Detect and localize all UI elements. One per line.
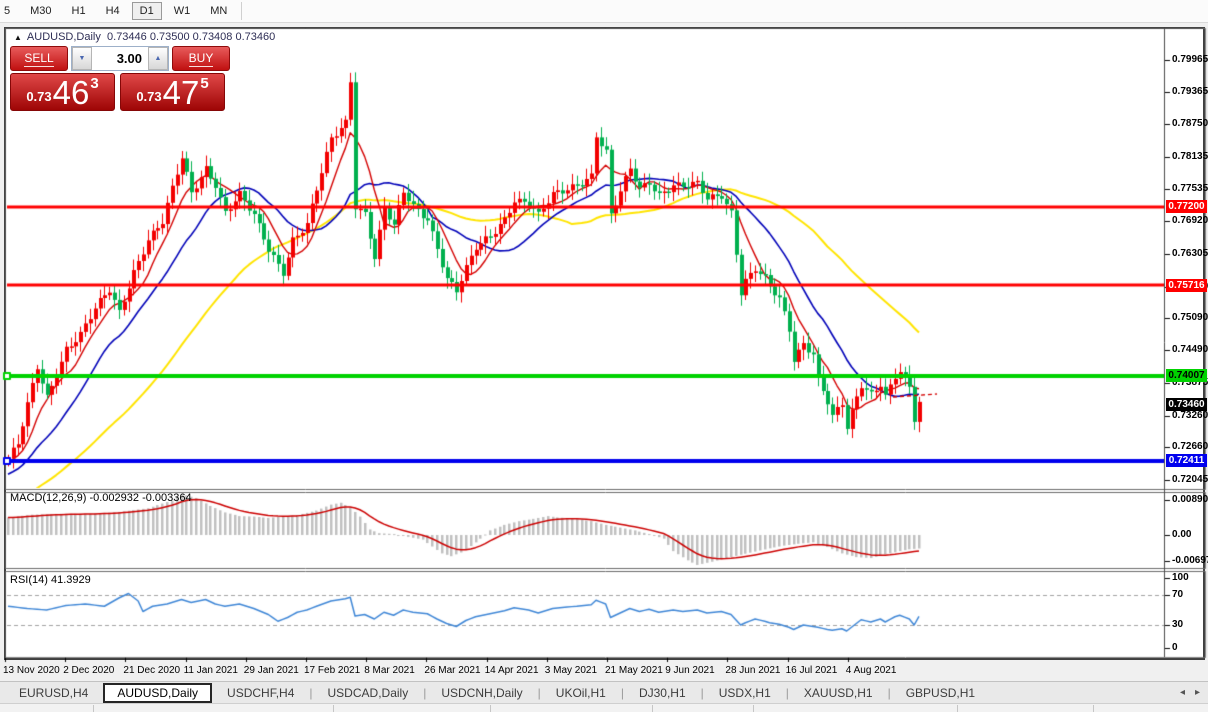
price-level-badge: 0.72411 xyxy=(1166,454,1207,467)
chart-symbol-label: AUDUSD,Daily xyxy=(27,31,101,43)
sell-button-label: SELL xyxy=(24,51,53,67)
rsi-tick-label: 30 xyxy=(1172,619,1183,630)
macd-tick-label: 0.00 xyxy=(1172,529,1191,540)
price-tick-label: 0.79965 xyxy=(1172,54,1208,65)
date-label: 9 Jun 2021 xyxy=(665,665,715,676)
buy-price-big-digits: 47 xyxy=(163,78,200,108)
buy-price-prefix: 0.73 xyxy=(136,89,161,104)
date-label: 4 Aug 2021 xyxy=(846,665,897,676)
date-label: 13 Nov 2020 xyxy=(3,665,60,676)
sell-price-big-digits: 46 xyxy=(53,78,90,108)
macd-tick-label: 0.008903 xyxy=(1172,494,1208,505)
price-level-badge: 0.74007 xyxy=(1166,369,1207,382)
sell-price-display[interactable]: 0.73 46 3 xyxy=(10,73,115,111)
buy-button-label: BUY xyxy=(189,51,214,67)
date-label: 21 Dec 2020 xyxy=(123,665,180,676)
price-tick-label: 0.72660 xyxy=(1172,441,1208,452)
date-label: 16 Jul 2021 xyxy=(786,665,838,676)
date-label: 26 Mar 2021 xyxy=(424,665,480,676)
collapse-triangle-icon[interactable]: ▲ xyxy=(14,33,22,42)
buy-button[interactable]: BUY xyxy=(172,46,230,71)
date-label: 3 May 2021 xyxy=(545,665,597,676)
sell-button[interactable]: SELL xyxy=(10,46,68,71)
rsi-tick-label: 100 xyxy=(1172,572,1189,583)
price-tick-label: 0.78135 xyxy=(1172,151,1208,162)
price-tick-label: 0.77535 xyxy=(1172,183,1208,194)
macd-tick-label: -0.006977 xyxy=(1172,555,1208,566)
date-label: 11 Jan 2021 xyxy=(184,665,238,676)
price-tick-label: 0.76920 xyxy=(1172,215,1208,226)
volume-field: ▼ 3.00 ▲ xyxy=(71,46,169,71)
volume-increase-button[interactable]: ▲ xyxy=(148,47,168,70)
rsi-tick-label: 70 xyxy=(1172,589,1183,600)
price-level-badge: 0.77200 xyxy=(1166,200,1207,213)
buy-price-pip-digit: 5 xyxy=(200,75,208,92)
chart-ohlc-values: 0.73446 0.73500 0.73408 0.73460 xyxy=(107,31,275,43)
volume-input[interactable]: 3.00 xyxy=(92,47,148,70)
date-label: 2 Dec 2020 xyxy=(63,665,114,676)
price-tick-label: 0.79365 xyxy=(1172,86,1208,97)
chart-title: ▲ AUDUSD,Daily 0.73446 0.73500 0.73408 0.… xyxy=(14,31,275,43)
date-label: 17 Feb 2021 xyxy=(304,665,360,676)
buy-price-display[interactable]: 0.73 47 5 xyxy=(120,73,225,111)
volume-decrease-button[interactable]: ▼ xyxy=(72,47,92,70)
date-label: 21 May 2021 xyxy=(605,665,663,676)
price-level-badge: 0.75716 xyxy=(1166,279,1207,292)
one-click-trade-panel: SELL ▼ 3.00 ▲ BUY 0.73 46 3 0.73 47 5 xyxy=(10,46,230,111)
date-label: 14 Apr 2021 xyxy=(485,665,539,676)
date-label: 28 Jun 2021 xyxy=(725,665,780,676)
rsi-tick-label: 0 xyxy=(1172,642,1178,653)
rsi-indicator-label: RSI(14) 41.3929 xyxy=(10,574,91,586)
price-tick-label: 0.74490 xyxy=(1172,344,1208,355)
sell-price-prefix: 0.73 xyxy=(26,89,51,104)
price-tick-label: 0.76305 xyxy=(1172,248,1208,259)
sell-price-pip-digit: 3 xyxy=(90,75,98,92)
date-label: 8 Mar 2021 xyxy=(364,665,415,676)
price-tick-label: 0.75090 xyxy=(1172,312,1208,323)
price-tick-label: 0.72045 xyxy=(1172,474,1208,485)
macd-indicator-label: MACD(12,26,9) -0.002932 -0.003364 xyxy=(10,492,192,504)
date-label: 29 Jan 2021 xyxy=(244,665,299,676)
trading-platform-window: 5M30H1H4D1W1MN ▲AUDUSD,Daily 0.73446 0.7… xyxy=(0,0,1208,712)
price-tick-label: 0.78750 xyxy=(1172,118,1208,129)
current-price-badge: 0.73460 xyxy=(1166,398,1207,411)
